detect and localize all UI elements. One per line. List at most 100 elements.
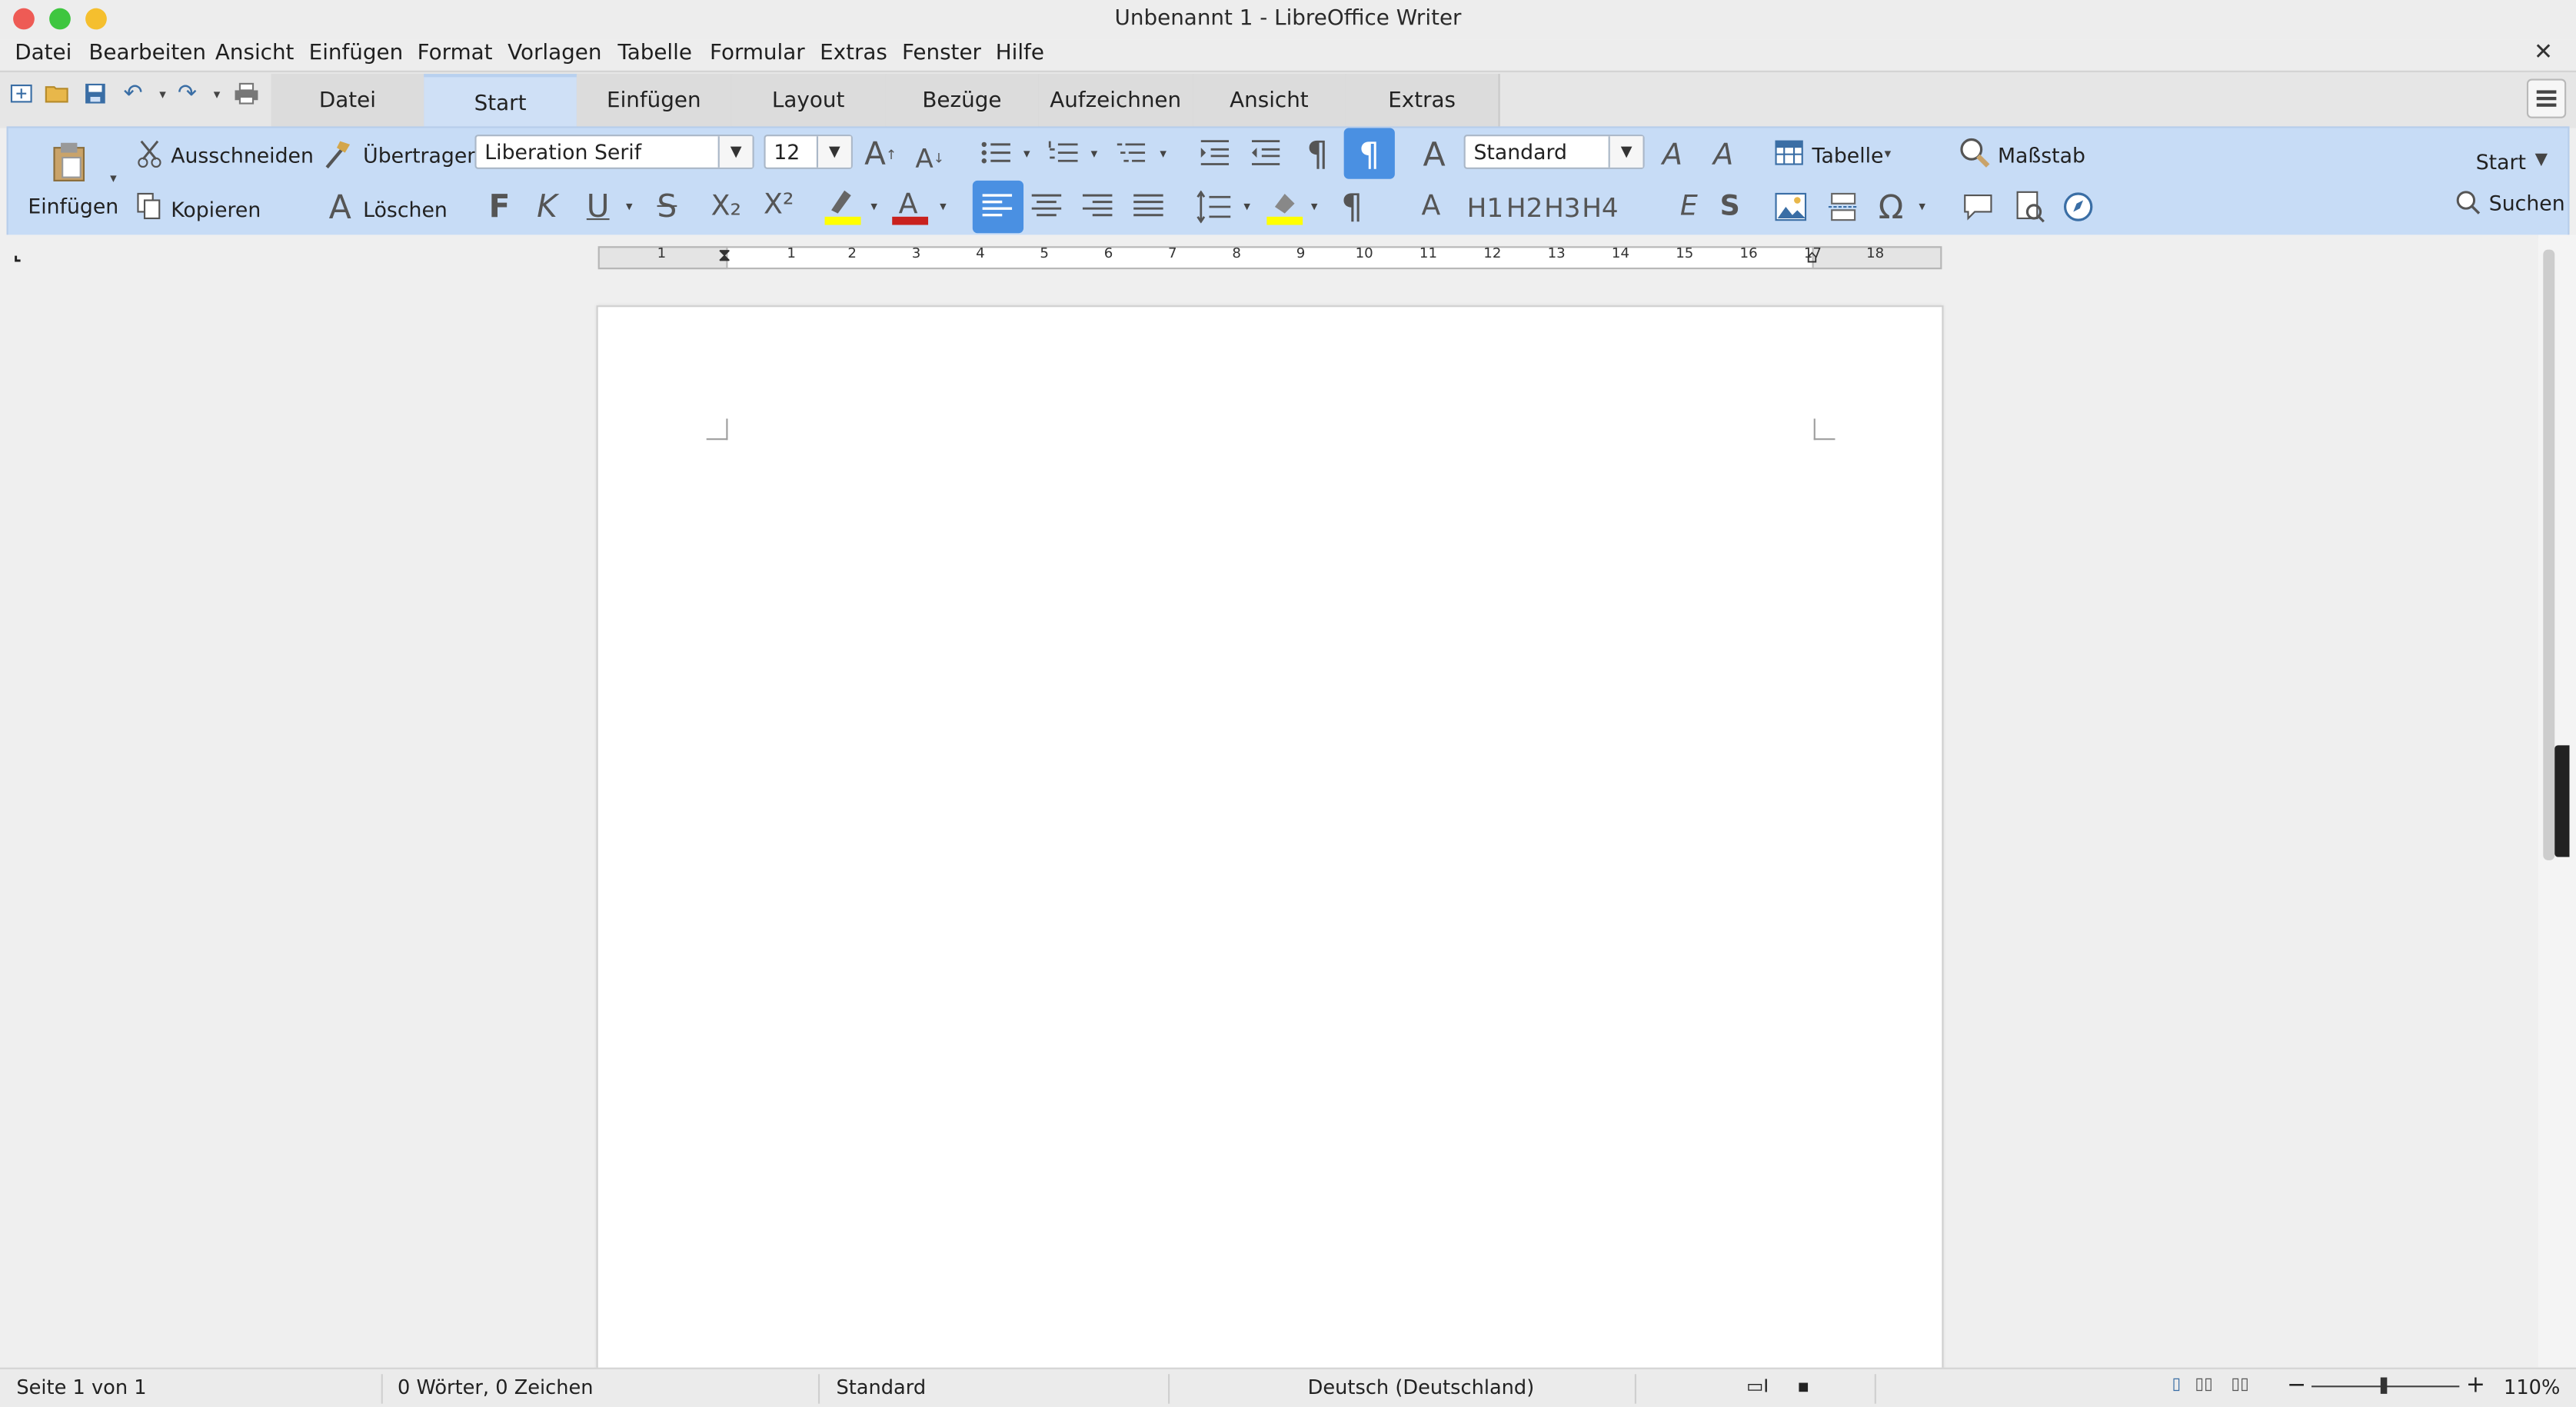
strong-icon[interactable]: S: [1713, 191, 1746, 224]
start-menu-dropdown-icon[interactable]: ▼: [2535, 151, 2548, 168]
menu-format[interactable]: Format: [418, 41, 493, 65]
table-button[interactable]: Tabelle: [1812, 143, 1884, 168]
undo-icon[interactable]: ↶: [118, 78, 148, 108]
print-icon[interactable]: [231, 78, 261, 108]
default-character-icon[interactable]: A: [1415, 191, 1448, 224]
heading1-icon[interactable]: H1: [1467, 191, 1503, 224]
shrink-font-icon[interactable]: A ↓: [912, 140, 948, 176]
font-name-dropdown-icon[interactable]: ▼: [717, 136, 753, 168]
save-icon[interactable]: [81, 78, 110, 108]
rtl-paragraph-icon[interactable]: ¶: [1334, 187, 1370, 226]
paragraph-style-dropdown-icon[interactable]: ▼: [1608, 136, 1643, 168]
menu-extras[interactable]: Extras: [820, 41, 887, 65]
redo-icon[interactable]: ↷: [172, 78, 201, 108]
clear-formatting-button[interactable]: Löschen: [363, 197, 448, 221]
vertical-scrollbar-thumb[interactable]: [2543, 249, 2555, 860]
superscript-icon[interactable]: X²: [759, 189, 798, 222]
bullet-list-dropdown-icon[interactable]: ▾: [1023, 146, 1030, 161]
subscript-icon[interactable]: X₂: [707, 191, 746, 224]
clear-formatting-icon[interactable]: A: [324, 187, 357, 226]
single-page-view-icon[interactable]: ▯: [2172, 1375, 2181, 1393]
menu-ansicht[interactable]: Ansicht: [215, 41, 295, 65]
menu-fenster[interactable]: Fenster: [902, 41, 981, 65]
menu-hamburger-icon[interactable]: [2526, 78, 2567, 118]
tab-einfuegen[interactable]: Einfügen: [576, 74, 733, 127]
zoom-percentage[interactable]: 110%: [2504, 1375, 2560, 1399]
redo-dropdown-icon[interactable]: ▾: [202, 78, 231, 108]
numbered-list-icon[interactable]: [1047, 138, 1080, 167]
special-character-dropdown-icon[interactable]: ▾: [1919, 198, 1925, 213]
italic-icon[interactable]: K: [531, 189, 564, 225]
document-page[interactable]: [596, 305, 1944, 1392]
formatting-marks-icon[interactable]: ¶: [1301, 135, 1334, 174]
underline-icon[interactable]: U: [581, 189, 614, 225]
left-indent-marker-icon[interactable]: ⧗: [714, 244, 734, 268]
menu-einfuegen[interactable]: Einfügen: [309, 41, 404, 65]
menu-vorlagen[interactable]: Vorlagen: [508, 41, 601, 65]
justify-icon[interactable]: [1132, 191, 1165, 224]
table-dropdown-icon[interactable]: ▾: [1885, 146, 1892, 161]
font-size-dropdown-icon[interactable]: ▼: [816, 136, 851, 168]
tab-start[interactable]: Start: [424, 74, 579, 130]
highlight-icon[interactable]: [823, 187, 862, 226]
start-menu-button[interactable]: Start: [2476, 149, 2526, 174]
zoom-out-icon[interactable]: −: [2287, 1372, 2306, 1399]
underline-dropdown-icon[interactable]: ▾: [626, 198, 633, 213]
navigator-icon[interactable]: [2060, 191, 2096, 224]
zoom-button[interactable]: Maßstab: [1998, 143, 2085, 168]
cut-button[interactable]: Ausschneiden: [171, 143, 314, 168]
outline-list-icon[interactable]: [1114, 138, 1147, 167]
menu-bearbeiten[interactable]: Bearbeiten: [88, 41, 206, 65]
menu-datei[interactable]: Datei: [15, 41, 72, 65]
menu-formular[interactable]: Formular: [710, 41, 805, 65]
styles-icon[interactable]: A: [1416, 135, 1453, 174]
line-spacing-icon[interactable]: [1196, 190, 1232, 224]
update-style-icon[interactable]: A: [1654, 135, 1690, 174]
status-page-style[interactable]: Standard: [836, 1375, 926, 1399]
status-page[interactable]: Seite 1 von 1: [16, 1375, 146, 1399]
background-color-icon[interactable]: [1265, 187, 1304, 226]
find-icon[interactable]: [2453, 187, 2482, 216]
table-icon[interactable]: [1772, 136, 1806, 169]
grow-font-icon[interactable]: A ↑: [863, 136, 899, 172]
font-color-icon[interactable]: A: [890, 187, 930, 226]
tab-ansicht[interactable]: Ansicht: [1193, 74, 1347, 127]
align-left-icon[interactable]: [980, 191, 1013, 224]
page-break-icon[interactable]: [1825, 191, 1862, 224]
menu-tabelle[interactable]: Tabelle: [617, 41, 692, 65]
numbered-list-dropdown-icon[interactable]: ▾: [1091, 146, 1098, 161]
tab-datei[interactable]: Datei: [271, 74, 426, 127]
emphasis-icon[interactable]: E: [1672, 191, 1706, 224]
clone-formatting-button[interactable]: Übertragen: [363, 143, 480, 168]
tab-bezuege[interactable]: Bezüge: [885, 74, 1040, 127]
open-folder-icon[interactable]: [43, 78, 72, 108]
tab-extras[interactable]: Extras: [1345, 74, 1500, 127]
highlight-dropdown-icon[interactable]: ▾: [870, 198, 877, 213]
find-button[interactable]: Suchen: [2489, 191, 2565, 215]
new-document-icon[interactable]: [7, 78, 36, 108]
insert-mode-icon[interactable]: ▭I: [1746, 1375, 1769, 1397]
image-icon[interactable]: [1772, 191, 1809, 224]
paste-button[interactable]: Einfügen: [28, 194, 118, 218]
heading4-icon[interactable]: H4: [1582, 191, 1618, 224]
font-name-combobox[interactable]: Liberation Serif ▼: [474, 135, 754, 169]
bullet-list-icon[interactable]: [979, 138, 1012, 167]
paragraph-direction-icon[interactable]: ¶: [1343, 128, 1395, 179]
clone-formatting-icon[interactable]: [324, 138, 353, 171]
line-spacing-dropdown-icon[interactable]: ▾: [1243, 198, 1250, 213]
close-document-icon[interactable]: ✕: [2534, 39, 2553, 65]
background-color-dropdown-icon[interactable]: ▾: [1311, 198, 1318, 213]
font-color-dropdown-icon[interactable]: ▾: [940, 198, 947, 213]
multi-page-view-icon[interactable]: ▯▯: [2195, 1375, 2213, 1393]
zoom-magnifier-icon[interactable]: [1959, 136, 1992, 169]
zoom-slider-thumb[interactable]: [2380, 1377, 2388, 1394]
tab-aufzeichnen[interactable]: Aufzeichnen: [1038, 74, 1195, 127]
heading3-icon[interactable]: H3: [1544, 191, 1580, 224]
document-modified-icon[interactable]: ▪: [1797, 1375, 1809, 1397]
heading2-icon[interactable]: H2: [1506, 191, 1543, 224]
copy-icon[interactable]: [135, 192, 164, 221]
special-character-icon[interactable]: Ω: [1873, 187, 1909, 226]
zoom-in-icon[interactable]: +: [2466, 1372, 2485, 1399]
cut-icon[interactable]: [135, 140, 164, 169]
status-word-count[interactable]: 0 Wörter, 0 Zeichen: [398, 1375, 594, 1399]
